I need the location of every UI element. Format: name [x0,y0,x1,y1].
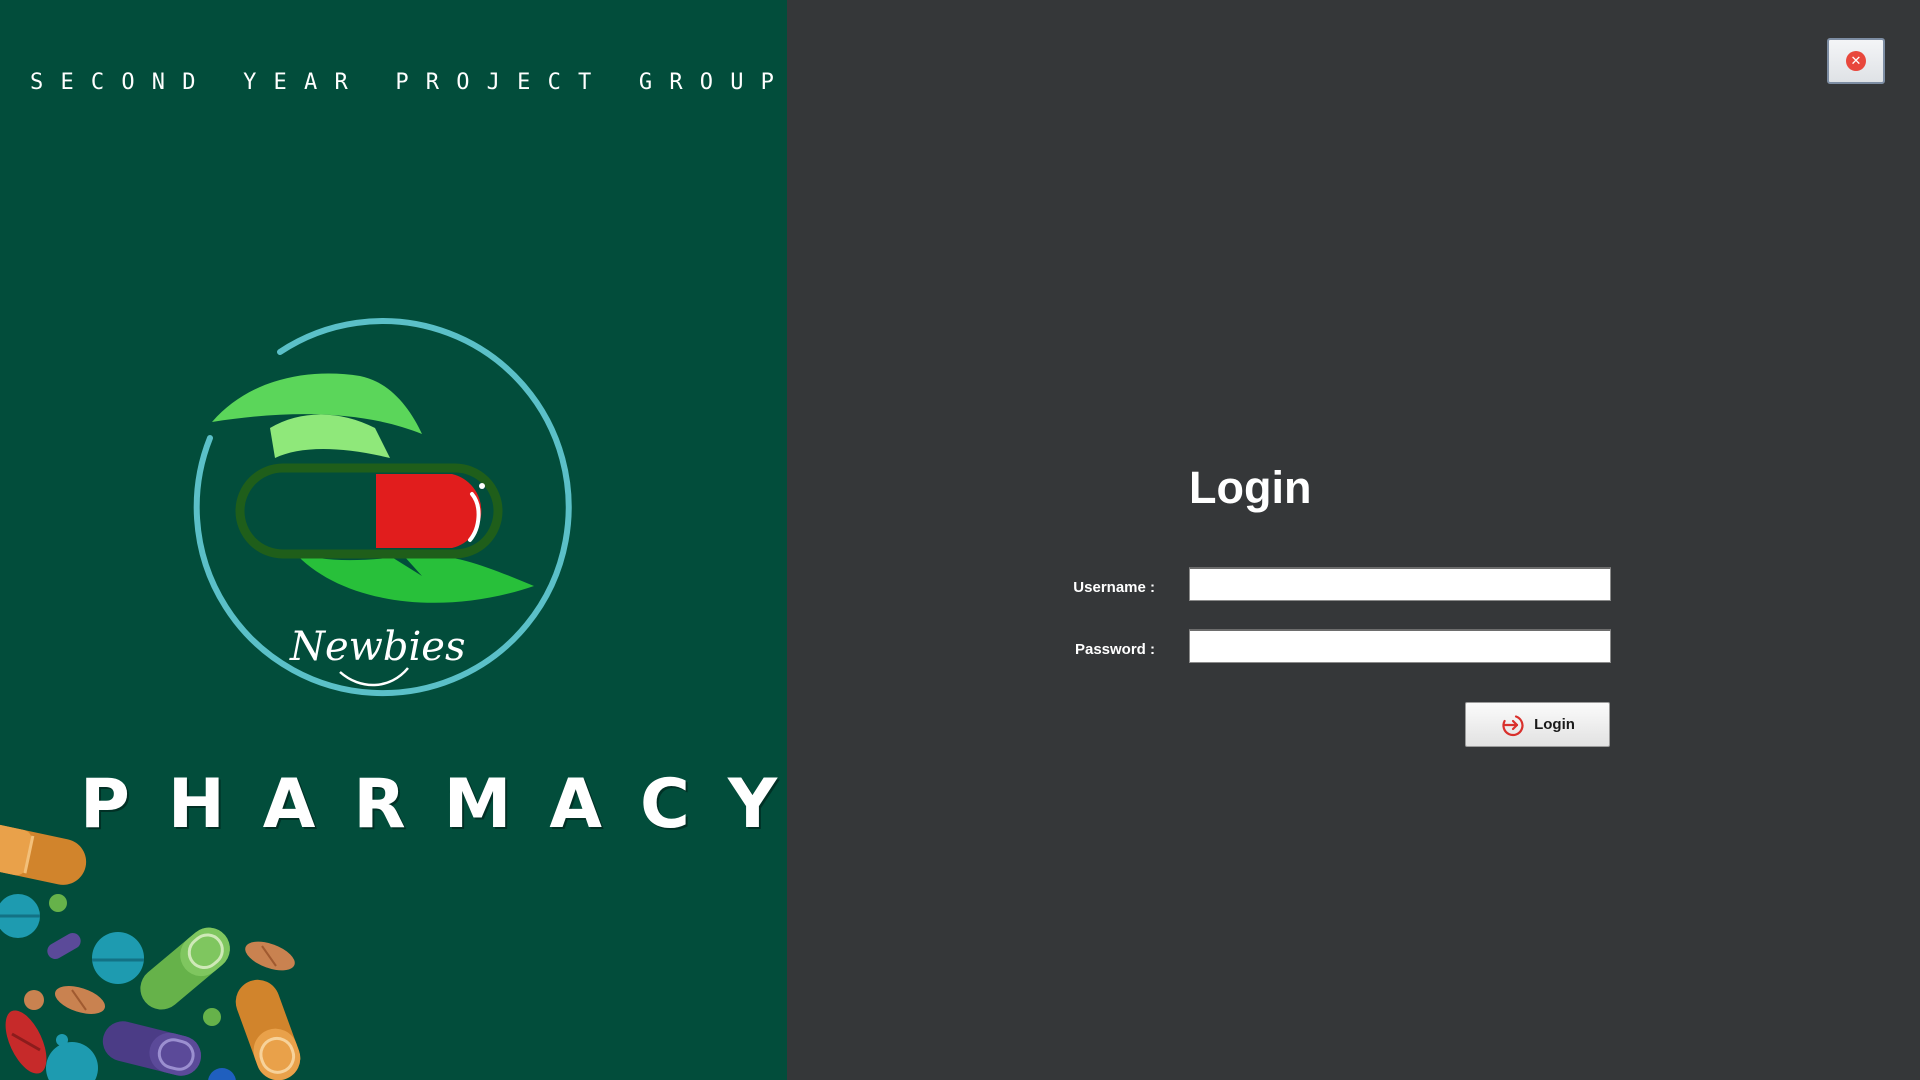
logo-script-text: Newbies [289,624,466,670]
password-input[interactable] [1189,629,1611,663]
pills-decoration [0,820,320,1080]
password-label: Password : [1074,641,1155,658]
pharmacy-logo: Newbies [190,318,590,718]
username-input[interactable] [1189,567,1611,601]
logo-graphic: Newbies [193,318,572,697]
login-button[interactable]: Login [1465,702,1610,747]
username-label: Username : [1073,579,1155,596]
close-icon: ✕ [1846,51,1866,71]
project-tagline: SECOND YEAR PROJECT GROUP 08 [30,70,787,95]
login-heading: Login [1189,462,1312,513]
close-button[interactable]: ✕ [1827,38,1885,84]
login-arrow-icon [1502,714,1524,736]
login-panel [787,0,1920,1080]
branding-panel: SECOND YEAR PROJECT GROUP 08 Newbies PHA… [0,0,787,1080]
login-button-label: Login [1534,716,1575,733]
